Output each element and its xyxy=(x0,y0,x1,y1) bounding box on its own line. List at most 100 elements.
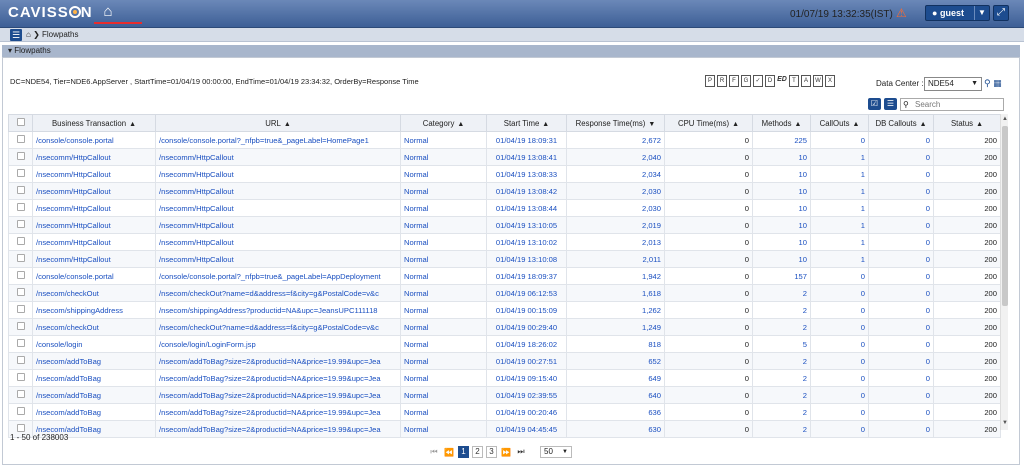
table-cell[interactable]: /console/console.portal?_nfpb=true&_page… xyxy=(155,131,401,149)
datacenter-config-icon[interactable]: ▦ xyxy=(993,78,1002,88)
page-2-button[interactable]: 2 xyxy=(472,446,483,458)
table-cell[interactable]: /nsecom/addToBag xyxy=(32,369,156,387)
table-cell[interactable]: /nsecom/addToBag?size=2&productid=NA&pri… xyxy=(155,369,401,387)
row-checkbox[interactable] xyxy=(8,386,33,404)
table-cell[interactable]: /nsecomm/HttpCallout xyxy=(32,182,156,200)
table-row[interactable]: /nsecomm/HttpCallout/nsecomm/HttpCallout… xyxy=(8,233,1001,251)
table-cell[interactable]: /console/login xyxy=(32,335,156,353)
table-cell[interactable]: /nsecomm/HttpCallout xyxy=(155,182,401,200)
column-header[interactable]: Response Time(ms) ▼ xyxy=(566,114,665,132)
table-cell[interactable]: /nsecomm/HttpCallout xyxy=(155,216,401,234)
row-checkbox[interactable] xyxy=(8,216,33,234)
row-checkbox[interactable] xyxy=(8,250,33,268)
table-row[interactable]: /console/login/console/login/LoginForm.j… xyxy=(8,335,1001,353)
table-row[interactable]: /nsecom/checkOut/nsecom/checkOut?name=d&… xyxy=(8,284,1001,302)
row-checkbox[interactable] xyxy=(8,267,33,285)
table-cell[interactable]: /nsecom/addToBag?size=2&productid=NA&pri… xyxy=(155,420,401,438)
table-row[interactable]: /nsecom/addToBag/nsecom/addToBag?size=2&… xyxy=(8,403,1001,421)
table-cell[interactable]: /console/login/LoginForm.jsp xyxy=(155,335,401,353)
table-row[interactable]: /nsecomm/HttpCallout/nsecomm/HttpCallout… xyxy=(8,250,1001,268)
table-cell[interactable]: /nsecom/addToBag?size=2&productid=NA&pri… xyxy=(155,403,401,421)
column-header[interactable]: Category ▲ xyxy=(400,114,487,132)
table-row[interactable]: /nsecom/addToBag/nsecom/addToBag?size=2&… xyxy=(8,386,1001,404)
export-word-icon[interactable]: W xyxy=(813,75,823,87)
table-cell[interactable]: /nsecom/shippingAddress?productid=NA&upc… xyxy=(155,301,401,319)
row-checkbox[interactable] xyxy=(8,233,33,251)
table-cell[interactable]: /nsecom/checkOut?name=d&address=f&city=g… xyxy=(155,318,401,336)
row-checkbox[interactable] xyxy=(8,318,33,336)
table-cell[interactable]: /nsecomm/HttpCallout xyxy=(32,233,156,251)
export-pdf2-icon[interactable]: A xyxy=(801,75,811,87)
zoom-search-icon[interactable]: ⚲ xyxy=(984,78,991,88)
export-flow-icon[interactable]: F xyxy=(729,75,739,87)
row-checkbox[interactable] xyxy=(8,165,33,183)
prev-page-icon[interactable]: ⏪ xyxy=(443,448,455,457)
table-cell[interactable]: /nsecomm/HttpCallout xyxy=(155,165,401,183)
table-cell[interactable]: /nsecom/addToBag xyxy=(32,386,156,404)
row-checkbox[interactable] xyxy=(8,352,33,370)
table-row[interactable]: /nsecom/addToBag/nsecom/addToBag?size=2&… xyxy=(8,420,1001,438)
menu-icon[interactable]: ☰ xyxy=(10,29,22,41)
row-checkbox[interactable] xyxy=(8,199,33,217)
export-report-icon[interactable]: R xyxy=(717,75,727,87)
expand-icon[interactable]: ⤢ xyxy=(993,5,1009,21)
table-cell[interactable]: /nsecom/addToBag?size=2&productid=NA&pri… xyxy=(155,386,401,404)
row-checkbox[interactable] xyxy=(8,284,33,302)
search-input[interactable]: ⚲ Search xyxy=(900,98,1004,111)
export-grid-icon[interactable]: G xyxy=(741,75,751,87)
datacenter-select[interactable]: NDE54 ▼ xyxy=(924,77,982,91)
select-all-checkbox[interactable] xyxy=(8,114,33,132)
table-cell[interactable]: /console/console.portal?_nfpb=true&_page… xyxy=(155,267,401,285)
table-cell[interactable]: /nsecomm/HttpCallout xyxy=(32,199,156,217)
column-header[interactable]: DB Callouts ▲ xyxy=(868,114,934,132)
table-row[interactable]: /console/console.portal/console/console.… xyxy=(8,131,1001,149)
list-view-icon[interactable]: ☰ xyxy=(884,98,897,110)
table-cell[interactable]: /nsecomm/HttpCallout xyxy=(155,250,401,268)
panel-header[interactable]: ▾ Flowpaths xyxy=(2,45,1020,57)
row-checkbox[interactable] xyxy=(8,182,33,200)
table-row[interactable]: /nsecom/checkOut/nsecom/checkOut?name=d&… xyxy=(8,318,1001,336)
next-page-icon[interactable]: ⏩ xyxy=(500,448,512,457)
breadcrumb-home-icon[interactable]: ⌂ xyxy=(26,30,31,39)
row-checkbox[interactable] xyxy=(8,301,33,319)
column-header[interactable]: Methods ▲ xyxy=(752,114,811,132)
table-cell[interactable]: /nsecomm/HttpCallout xyxy=(32,216,156,234)
column-header[interactable]: CPU Time(ms) ▲ xyxy=(664,114,753,132)
page-1-button[interactable]: 1 xyxy=(458,446,469,458)
column-header[interactable]: Status ▲ xyxy=(933,114,1001,132)
table-cell[interactable]: /nsecom/addToBag xyxy=(32,352,156,370)
table-cell[interactable]: /nsecomm/HttpCallout xyxy=(32,250,156,268)
row-checkbox[interactable] xyxy=(8,148,33,166)
home-icon[interactable]: ⌂ xyxy=(98,4,118,20)
page-3-button[interactable]: 3 xyxy=(486,446,497,458)
alert-icon[interactable]: ⚠ xyxy=(896,6,907,20)
table-cell[interactable]: /nsecomm/HttpCallout xyxy=(155,199,401,217)
table-cell[interactable]: /nsecom/checkOut xyxy=(32,284,156,302)
rows-per-page-select[interactable]: 50 ▼ xyxy=(540,446,572,458)
table-cell[interactable]: /nsecomm/HttpCallout xyxy=(32,148,156,166)
table-row[interactable]: /console/console.portal/console/console.… xyxy=(8,267,1001,285)
table-cell[interactable]: /nsecom/checkOut?name=d&address=f&city=g… xyxy=(155,284,401,302)
row-checkbox[interactable] xyxy=(8,403,33,421)
column-header[interactable]: Business Transaction ▲ xyxy=(32,114,156,132)
row-checkbox[interactable] xyxy=(8,369,33,387)
table-cell[interactable]: /nsecom/shippingAddress xyxy=(32,301,156,319)
export-pdf-icon[interactable]: P xyxy=(705,75,715,87)
table-row[interactable]: /nsecomm/HttpCallout/nsecomm/HttpCallout… xyxy=(8,182,1001,200)
table-row[interactable]: /nsecomm/HttpCallout/nsecomm/HttpCallout… xyxy=(8,148,1001,166)
row-checkbox[interactable] xyxy=(8,335,33,353)
export-table-icon[interactable]: T xyxy=(789,75,799,87)
row-checkbox[interactable] xyxy=(8,131,33,149)
export-doc-icon[interactable]: D xyxy=(765,75,775,87)
table-cell[interactable]: /nsecom/addToBag xyxy=(32,403,156,421)
table-scrollbar[interactable]: ▲ ▼ xyxy=(1000,114,1008,430)
first-page-icon[interactable]: ⏮ xyxy=(428,447,440,457)
user-button[interactable]: ● guest ▼ xyxy=(925,5,990,21)
table-row[interactable]: /nsecom/addToBag/nsecom/addToBag?size=2&… xyxy=(8,352,1001,370)
export-ed-icon[interactable]: ED xyxy=(777,75,787,87)
table-row[interactable]: /nsecom/shippingAddress/nsecom/shippingA… xyxy=(8,301,1001,319)
column-header[interactable]: URL ▲ xyxy=(155,114,401,132)
select-columns-icon[interactable]: ☑ xyxy=(868,98,881,110)
table-row[interactable]: /nsecomm/HttpCallout/nsecomm/HttpCallout… xyxy=(8,216,1001,234)
breadcrumb-flowpath[interactable]: Flowpaths xyxy=(42,30,78,39)
